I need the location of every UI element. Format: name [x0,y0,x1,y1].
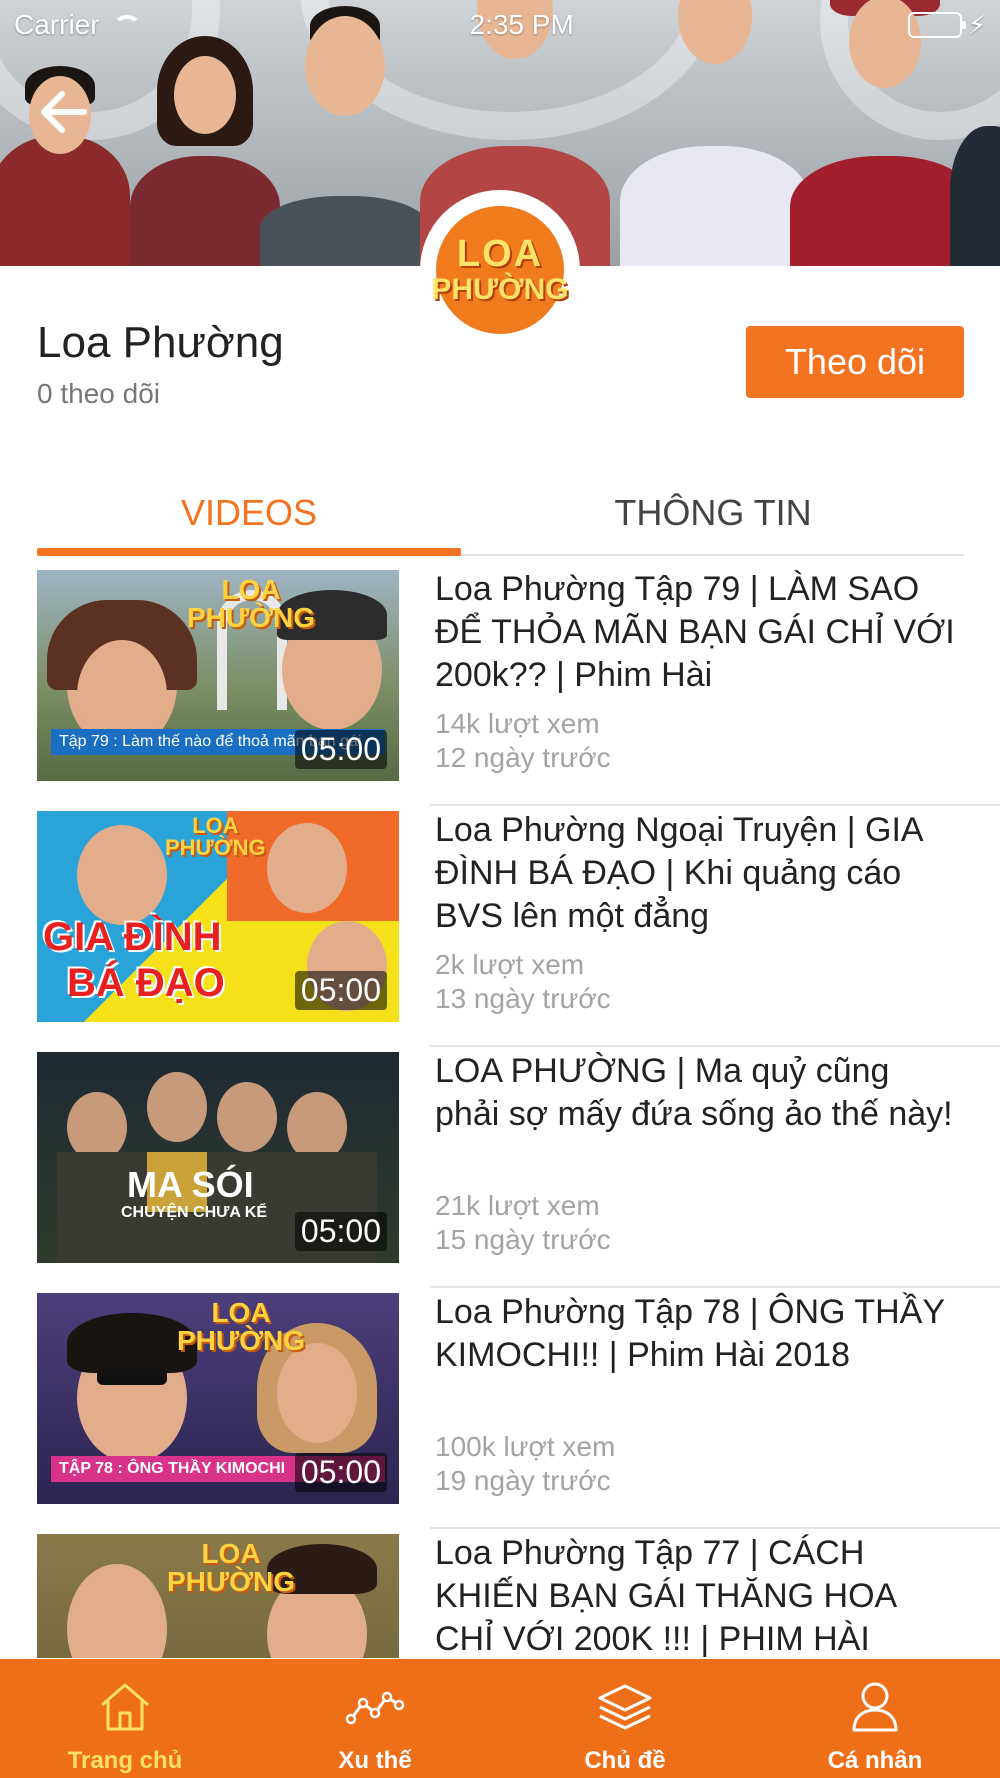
video-views: 2k lượt xem [435,949,585,980]
video-thumbnail[interactable]: LOA PHƯỜNG [37,1534,399,1658]
video-list-item[interactable]: LOA PHƯỜNG GIA ĐÌNH BÁ ĐẠO 05:00 Loa Phườ… [0,809,1000,1050]
thumb-logo: LOA PHƯỜNG [177,1297,306,1356]
thumb-title-line2: CHUYỆN CHƯA KỂ [121,1204,268,1221]
cover-person [130,36,280,266]
nav-topics[interactable]: Chủ đề [500,1659,750,1778]
video-list-item[interactable]: LOA PHƯỜNG Loa Phường Tập 77 | CÁCH KHIẾN… [0,1532,1000,1658]
video-title[interactable]: LOA PHƯỜNG | Ma quỷ cũng phải sợ mấy đứa… [435,1050,955,1136]
video-title[interactable]: Loa Phường Tập 79 | LÀM SAO ĐỂ THỎA MÃN … [435,568,955,697]
battery-icon [907,12,966,38]
trend-icon [345,1679,405,1735]
nav-profile-label: Cá nhân [827,1747,923,1774]
video-views: 14k lượt xem [435,708,600,739]
tab-videos[interactable]: VIDEOS [37,470,461,556]
cover-person [0,66,130,266]
video-duration: 05:00 [294,1452,387,1492]
follow-button[interactable]: Theo dõi [746,326,964,398]
user-icon [845,1679,905,1735]
video-thumbnail[interactable]: MA SÓI CHUYỆN CHƯA KỂ 05:00 [37,1052,399,1263]
video-title[interactable]: Loa Phường Ngoại Truyện | GIA ĐÌNH BÁ ĐẠ… [435,809,955,938]
video-age: 12 ngày trước [435,742,611,773]
wifi-icon [110,15,141,35]
home-icon [95,1679,155,1735]
row-divider [430,1045,1000,1047]
cover-person [260,6,430,266]
thumb-title-line2: BÁ ĐẠO [67,961,225,1005]
video-duration: 05:00 [294,1211,387,1251]
charging-bolt-icon: ⚡ [967,9,986,40]
status-time: 2:35 PM [469,9,574,40]
video-title[interactable]: Loa Phường Tập 77 | CÁCH KHIẾN BẠN GÁI T… [435,1532,955,1658]
nav-profile[interactable]: Cá nhân [750,1659,1000,1778]
thumb-title-line1: GIA ĐÌNH [43,915,222,959]
bottom-tab-bar: Trang chủ Xu thế Chủ đề Cá nhân [0,1659,1000,1778]
row-divider [430,1527,1000,1529]
layers-icon [595,1679,655,1735]
video-thumbnail[interactable]: LOA PHƯỜNG GIA ĐÌNH BÁ ĐẠO 05:00 [37,811,399,1022]
video-title[interactable]: Loa Phường Tập 78 | ÔNG THẦY KIMOCHI!! |… [435,1291,955,1377]
nav-trending-label: Xu thế [338,1747,412,1774]
video-age: 15 ngày trước [435,1224,611,1255]
video-thumbnail[interactable]: LOA PHƯỜNG Tập 79 : Làm thế nào để thoả m… [37,570,399,781]
video-list-item[interactable]: LOA PHƯỜNG Tập 79 : Làm thế nào để thoả m… [0,568,1000,809]
back-button[interactable] [36,84,92,140]
nav-topics-label: Chủ đề [584,1747,666,1774]
cover-person [950,126,1000,266]
nav-trending[interactable]: Xu thế [250,1659,500,1778]
arrow-left-icon [41,91,87,133]
channel-logo: LOA PHƯỜNG [420,190,580,350]
tab-info[interactable]: THÔNG TIN [501,470,925,556]
status-bar: Carrier 2:35 PM ⚡ [0,0,1000,50]
video-thumbnail[interactable]: LOA PHƯỜNG TẬP 78 : ÔNG THẦY KIMOCHI 05:0… [37,1293,399,1504]
video-list: LOA PHƯỜNG Tập 79 : Làm thế nào để thoả m… [0,568,1000,1658]
row-divider [430,1286,1000,1288]
nav-home[interactable]: Trang chủ [0,1659,250,1778]
video-age: 19 ngày trước [435,1465,611,1496]
cover-person [620,0,810,266]
logo-text-line1: LOA [456,233,544,275]
row-divider [430,804,1000,806]
video-list-item[interactable]: LOA PHƯỜNG TẬP 78 : ÔNG THẦY KIMOCHI 05:0… [0,1291,1000,1532]
video-duration: 05:00 [294,729,387,769]
carrier-label: Carrier [14,9,100,40]
video-views: 21k lượt xem [435,1190,600,1221]
logo-text-line2: PHƯỜNG [431,273,569,306]
nav-home-label: Trang chủ [67,1747,183,1774]
thumb-logo: LOA PHƯỜNG [167,1538,296,1597]
thumb-title-line1: MA SÓI [127,1164,254,1205]
active-tab-indicator [37,548,461,556]
video-duration: 05:00 [294,970,387,1010]
video-list-item[interactable]: MA SÓI CHUYỆN CHƯA KỂ 05:00 LOA PHƯỜNG |… [0,1050,1000,1291]
follower-count: 0 theo dõi [37,378,160,409]
thumb-logo: LOA PHƯỜNG [187,574,316,633]
channel-tabs: VIDEOS THÔNG TIN [37,470,964,556]
video-views: 100k lượt xem [435,1431,616,1462]
video-age: 13 ngày trước [435,983,611,1014]
channel-name: Loa Phường [37,318,284,367]
thumb-logo: LOA PHƯỜNG [165,813,266,860]
